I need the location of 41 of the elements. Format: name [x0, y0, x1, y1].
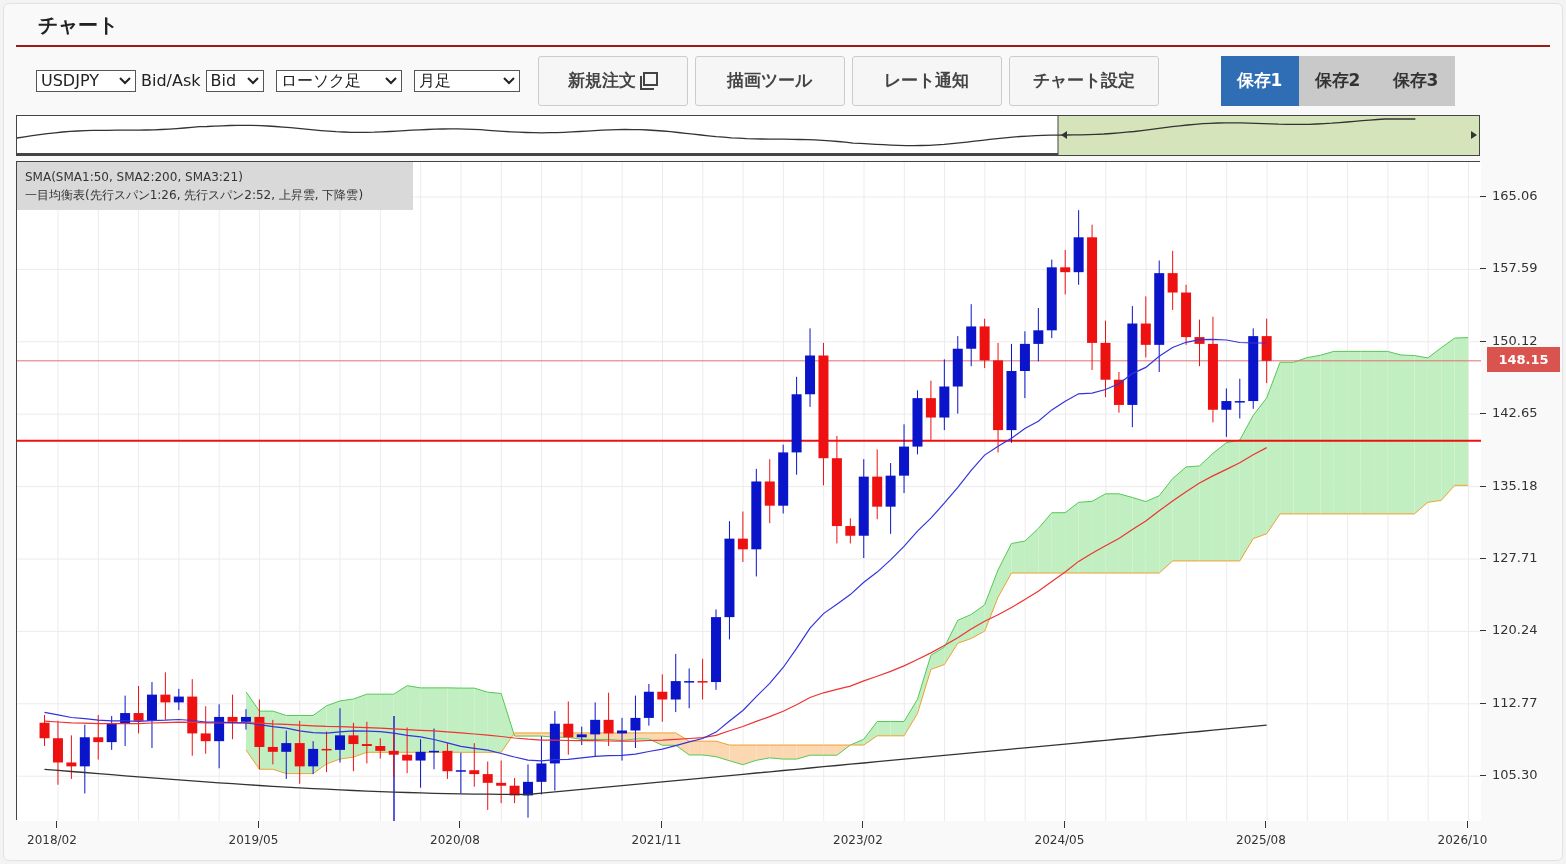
page-title: チャート — [38, 11, 118, 39]
price-tick-label: 135.18 — [1492, 476, 1538, 495]
current-price-badge: 148.15 — [1487, 347, 1560, 372]
price-tick-label: 150.12 — [1492, 331, 1538, 350]
vertical-line[interactable] — [393, 715, 395, 821]
horizontal-line[interactable] — [17, 439, 1481, 442]
toolbar-button[interactable]: 新規注文 — [537, 56, 688, 106]
time-tick-label: 2020/08 — [430, 832, 480, 849]
time-tick-label: 2021/11 — [631, 832, 682, 849]
price-tick-label: 105.30 — [1492, 766, 1538, 785]
chevron-down-icon — [502, 77, 515, 85]
price-tick-label: 112.77 — [1492, 693, 1538, 712]
window-icon — [639, 72, 658, 90]
chart-type-select[interactable]: ローソク足 — [275, 70, 402, 92]
navigator-strip[interactable] — [16, 115, 1480, 156]
toolbar-button[interactable]: チャート設定 — [1008, 56, 1159, 106]
period-select[interactable]: 月足 — [413, 70, 520, 92]
toolbar-button[interactable]: 描画ツール — [694, 56, 845, 106]
legend-text: SMA(SMA1:50, SMA2:200, SMA3:21) — [25, 169, 244, 186]
save-tab[interactable]: 保存2 — [1298, 56, 1377, 106]
toolbar-button[interactable]: レート通知 — [851, 56, 1002, 106]
time-tick-label: 2018/02 — [27, 832, 77, 849]
time-tick-label: 2019/05 — [228, 832, 279, 849]
time-tick-label: 2026/10 — [1437, 832, 1488, 849]
price-tick-label: 165.06 — [1492, 187, 1538, 205]
legend-text: 一目均衡表(先行スパン1:26, 先行スパン2:52, 上昇雲, 下降雲) — [25, 187, 365, 204]
time-tick-label: 2024/05 — [1034, 832, 1085, 849]
chevron-down-icon — [384, 77, 397, 85]
price-tick-label: 157.59 — [1492, 259, 1538, 278]
time-tick-label: 2025/08 — [1236, 832, 1286, 849]
price-tick-label: 142.65 — [1492, 404, 1538, 423]
symbol-select[interactable]: USDJPY — [36, 70, 136, 92]
chevron-down-icon — [119, 77, 131, 85]
chevron-down-icon — [246, 77, 259, 85]
price-type-select[interactable]: Bid — [205, 70, 264, 92]
price-tick-label: 127.71 — [1492, 548, 1538, 567]
time-tick-label: 2023/02 — [833, 832, 883, 849]
price-type-label: Bid/Ask — [141, 70, 201, 92]
price-tick-label: 120.24 — [1492, 621, 1538, 640]
save-tab[interactable]: 保存3 — [1376, 56, 1455, 106]
save-tab[interactable]: 保存1 — [1220, 56, 1299, 106]
